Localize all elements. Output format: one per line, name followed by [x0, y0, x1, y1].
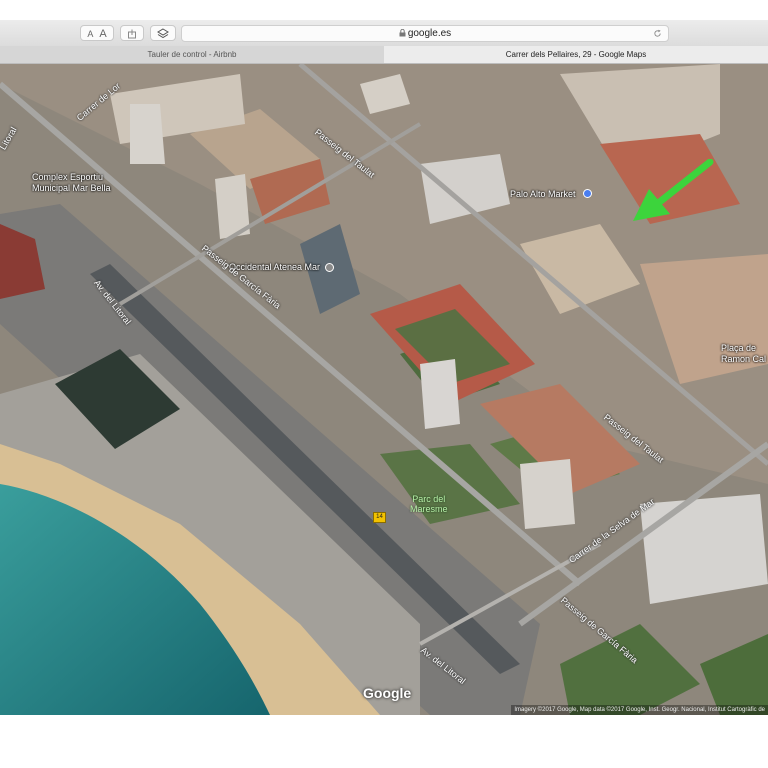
layers-button[interactable]: [150, 25, 176, 41]
layers-icon: [157, 28, 169, 39]
tab-title: Tauler de control - Airbnb: [147, 50, 237, 59]
tab-google-maps[interactable]: Carrer dels Pellaires, 29 - Google Maps: [384, 46, 768, 63]
green-arrow-icon: [633, 159, 714, 221]
address-bar[interactable]: google.es: [181, 25, 669, 42]
place-label-placa-ramon-cal[interactable]: Plaça de Ramon Cal: [721, 343, 768, 365]
map-attribution[interactable]: Imagery ©2017 Google, Map data ©2017 Goo…: [511, 705, 768, 715]
place-name: Plaça de Ramon Cal: [721, 343, 767, 364]
place-label-palo-alto-market[interactable]: Palo Alto Market: [510, 189, 576, 199]
park-name: Parc del Maresme: [410, 494, 448, 514]
url-text: google.es: [407, 28, 452, 39]
reload-icon[interactable]: [653, 29, 662, 38]
place-name: Palo Alto Market: [510, 189, 576, 199]
place-label-complex-esportiu[interactable]: Complex Esportiu Municipal Mar Bella: [32, 172, 122, 194]
tab-bar: Tauler de control - Airbnb Carrer dels P…: [0, 46, 768, 64]
place-label-occidental-atenea-mar[interactable]: Occidental Atenea Mar: [229, 262, 320, 272]
road-shield: 14: [373, 512, 386, 523]
font-large-button[interactable]: A: [99, 28, 106, 40]
place-name: Complex Esportiu Municipal Mar Bella: [32, 172, 111, 193]
satellite-map[interactable]: Complex Esportiu Municipal Mar Bella Pal…: [0, 64, 768, 715]
road-shield-number: 14: [376, 514, 383, 520]
browser-window: AA google.es Tauler de control - Airbnb …: [0, 20, 768, 715]
place-pin-icon[interactable]: [583, 189, 592, 198]
tab-title: Carrer dels Pellaires, 29 - Google Maps: [505, 50, 647, 59]
tab-airbnb[interactable]: Tauler de control - Airbnb: [0, 46, 384, 63]
place-name: Occidental Atenea Mar: [229, 262, 321, 272]
place-pin-icon[interactable]: [325, 263, 334, 272]
toolbar: AA google.es: [0, 20, 768, 47]
lock-icon: [399, 28, 406, 37]
font-small-button[interactable]: A: [87, 29, 93, 39]
share-button[interactable]: [120, 25, 144, 41]
park-label[interactable]: Parc del Maresme: [410, 494, 448, 514]
font-size-buttons[interactable]: AA: [80, 25, 114, 41]
share-icon: [128, 29, 136, 39]
google-logo: Google: [363, 685, 412, 701]
